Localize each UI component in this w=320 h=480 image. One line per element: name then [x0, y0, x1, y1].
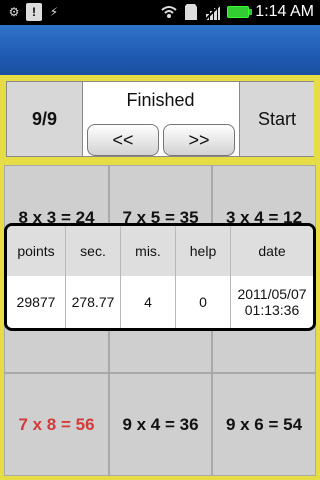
- status-label: Finished: [126, 90, 195, 110]
- header-date: date: [258, 243, 286, 259]
- status-panel: Finished << >>: [83, 82, 238, 156]
- cell-help: 0: [176, 276, 231, 328]
- cell-points: 29877: [7, 276, 66, 328]
- status-right-icons: 1:14 AM: [161, 3, 314, 21]
- grid-tile[interactable]: 9 x 6 = 54: [212, 373, 316, 476]
- cell-date: 2011/05/07 01:13:36: [231, 276, 313, 328]
- title-bar: [0, 25, 320, 75]
- results-row: 29877 278.77 4 0 2011/05/07 01:13:36: [7, 276, 313, 328]
- results-dialog: points sec. mis. help date 29877 278.77 …: [4, 223, 316, 331]
- next-button[interactable]: >>: [163, 124, 235, 156]
- usb-debug-icon: ⚙: [8, 5, 20, 19]
- header-points: points: [7, 226, 66, 276]
- status-bar: ⚙ ! ⚡ 1:14 AM: [0, 0, 320, 25]
- battery-icon: [227, 6, 253, 18]
- progress-counter: 9/9: [7, 82, 83, 156]
- time-value: 01:13:36: [244, 302, 300, 318]
- wifi-icon: [161, 3, 177, 21]
- header-help: help: [176, 226, 231, 276]
- no-signal-icon: [205, 3, 222, 21]
- start-button[interactable]: Start: [239, 82, 314, 156]
- header-mistakes: mis.: [121, 226, 176, 276]
- previous-button[interactable]: <<: [87, 124, 159, 156]
- header-seconds: sec.: [66, 226, 121, 276]
- warning-icon: !: [26, 3, 42, 21]
- cell-mistakes: 4: [121, 276, 176, 328]
- grid-tile-highlighted[interactable]: 7 x 8 = 56: [4, 373, 109, 476]
- grid-tile[interactable]: 9 x 4 = 36: [109, 373, 212, 476]
- status-left-icons: ⚙ ! ⚡: [6, 3, 62, 21]
- sd-card-icon: [183, 3, 199, 21]
- results-header-row: points sec. mis. help date: [7, 226, 313, 277]
- status-time: 1:14 AM: [255, 3, 314, 20]
- cell-seconds: 278.77: [66, 276, 121, 328]
- usb-icon: ⚡: [49, 5, 59, 19]
- date-value: 2011/05/07: [237, 286, 307, 302]
- game-header: 9/9 Finished << >> Start: [6, 81, 314, 157]
